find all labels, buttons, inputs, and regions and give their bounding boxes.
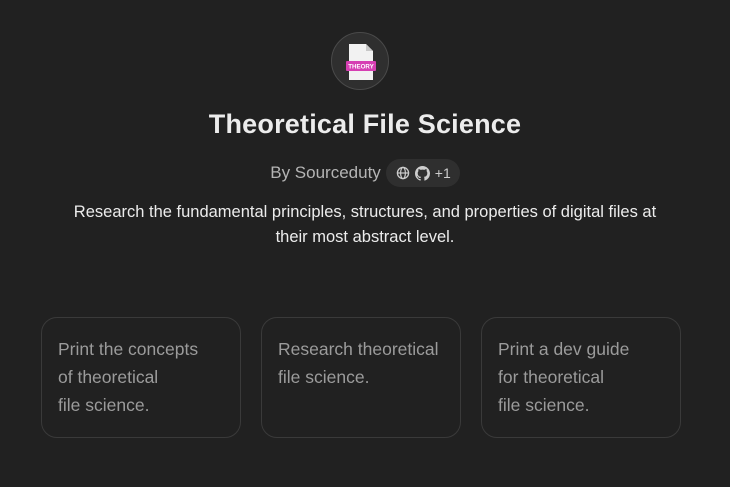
extra-links-count: +1 [434,165,451,181]
gpt-description: Research the fundamental principles, str… [73,203,657,246]
starter-label: Research theoretical file science. [278,339,439,387]
starter-card[interactable]: Print a dev guide for theoretical file s… [481,317,681,438]
author-links-button[interactable]: +1 [385,159,460,187]
starter-label: Print the concepts of theoretical file s… [58,339,199,415]
byline: By Sourceduty +1 [0,158,730,188]
author-name: By Sourceduty [270,163,381,182]
theory-file-icon: THEORY [346,44,376,80]
gpt-intro-page: THEORY Theoretical File Science By Sourc… [0,0,730,487]
starter-card[interactable]: Research theoretical file science. [261,317,461,438]
gpt-avatar: THEORY [331,32,389,90]
icon-label: THEORY [348,64,374,71]
globe-icon [396,166,410,180]
starter-card[interactable]: Print the concepts of theoretical file s… [41,317,241,438]
github-icon [414,165,430,181]
gpt-title: Theoretical File Science [208,109,522,139]
starter-label: Print a dev guide for theoretical file s… [498,339,630,415]
